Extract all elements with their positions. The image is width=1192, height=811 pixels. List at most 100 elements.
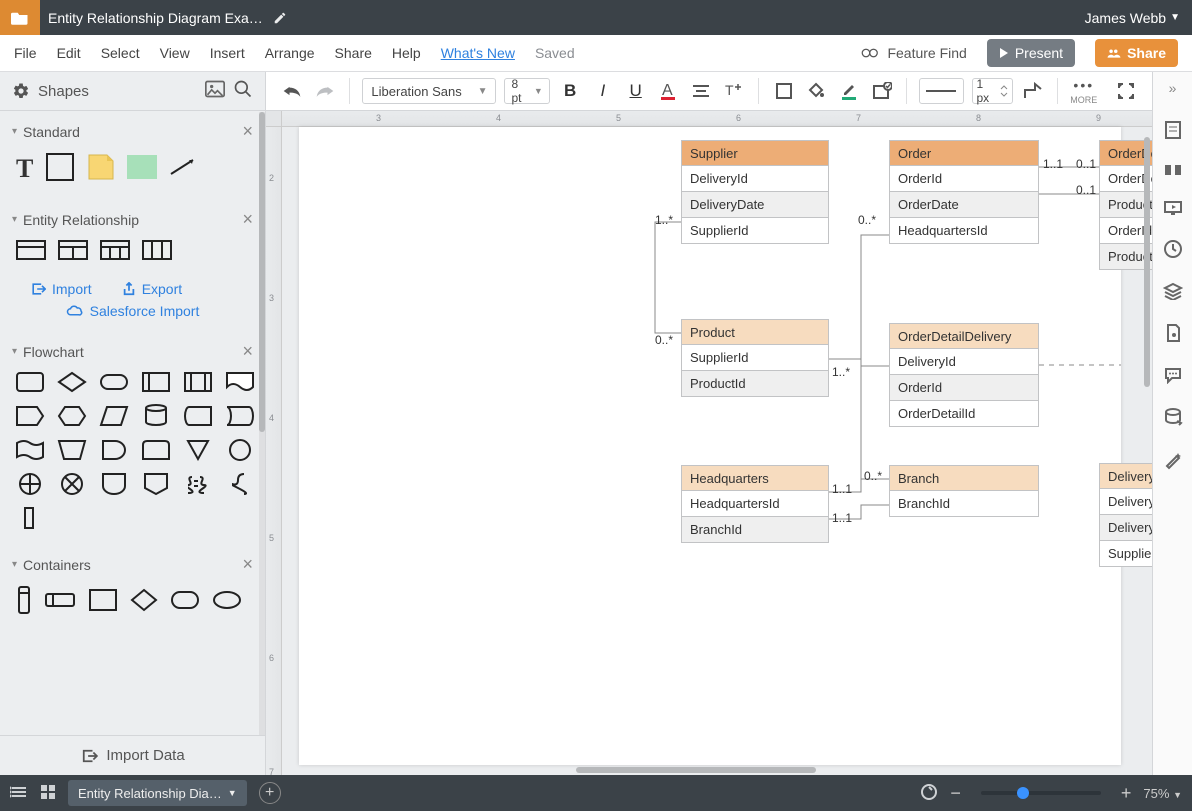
search-icon[interactable] [233, 79, 253, 103]
menu-arrange[interactable]: Arrange [265, 45, 315, 61]
collapse-right-icon[interactable]: » [1169, 80, 1177, 96]
flowchart-shape[interactable] [56, 472, 88, 496]
layers-icon[interactable] [1163, 282, 1183, 303]
menu-edit[interactable]: Edit [57, 45, 81, 61]
import-link[interactable]: Import [30, 281, 92, 297]
close-icon[interactable]: × [242, 209, 253, 230]
fullscreen-button[interactable] [1113, 78, 1138, 104]
shape-rect[interactable] [45, 152, 75, 185]
zoom-level[interactable]: 75% ▼ [1143, 786, 1182, 801]
menu-insert[interactable]: Insert [210, 45, 245, 61]
notes-icon[interactable] [1164, 120, 1182, 143]
undo-button[interactable] [280, 78, 305, 104]
menu-whats-new[interactable]: What's New [441, 45, 515, 61]
data-icon[interactable] [1163, 407, 1183, 430]
line-style-select[interactable] [919, 78, 963, 104]
entity-headquarters[interactable]: Headquarters HeadquartersId BranchId [681, 465, 829, 543]
account-menu[interactable]: James Webb▼ [1085, 10, 1180, 26]
share-button[interactable]: Share [1095, 39, 1178, 67]
menu-view[interactable]: View [160, 45, 190, 61]
entity-supplier[interactable]: Supplier DeliveryId DeliveryDate Supplie… [681, 140, 829, 244]
flowchart-shape[interactable] [140, 472, 172, 496]
shape-arrow[interactable] [169, 158, 197, 179]
container-shape[interactable] [130, 588, 158, 615]
flowchart-shape[interactable] [14, 370, 46, 394]
flowchart-shape[interactable] [56, 404, 88, 428]
comments-icon[interactable] [1163, 163, 1183, 180]
page-icon[interactable] [1165, 323, 1181, 346]
shape-block[interactable] [127, 155, 157, 182]
page-tab[interactable]: Entity Relationship Dia…▼ [68, 780, 247, 806]
scrollbar-vertical[interactable] [1144, 137, 1150, 387]
container-shape[interactable] [212, 590, 242, 613]
italic-button[interactable]: I [591, 78, 616, 104]
line-shape-button[interactable] [1021, 78, 1046, 104]
export-link[interactable]: Export [122, 281, 182, 297]
entity-branch[interactable]: Branch BranchId [889, 465, 1039, 517]
diagram-page[interactable]: Supplier DeliveryId DeliveryDate Supplie… [299, 127, 1121, 765]
zoom-out-button[interactable]: − [950, 783, 961, 804]
font-size-select[interactable]: 8 pt▼ [504, 78, 549, 104]
flowchart-shape[interactable] [56, 370, 88, 394]
er-shape2[interactable] [58, 240, 88, 263]
scrollbar-horizontal[interactable] [576, 767, 816, 773]
align-button[interactable] [689, 78, 714, 104]
flowchart-shape[interactable] [224, 370, 256, 394]
section-flowchart[interactable]: Flowchart× [0, 331, 265, 368]
flowchart-shape[interactable] [224, 438, 256, 462]
close-icon[interactable]: × [242, 341, 253, 362]
folder-icon[interactable] [0, 0, 40, 35]
menu-share[interactable]: Share [335, 45, 372, 61]
magic-icon[interactable] [1163, 450, 1183, 473]
shape-fill-button[interactable] [771, 78, 796, 104]
image-icon[interactable] [205, 80, 225, 102]
flowchart-shape[interactable] [224, 404, 256, 428]
canvas[interactable]: 3456789 234567 [266, 111, 1152, 775]
sync-icon[interactable] [920, 783, 938, 804]
er-shape3[interactable] [100, 240, 130, 263]
outline-icon[interactable] [10, 785, 28, 802]
more-button[interactable]: •••MORE [1070, 77, 1097, 105]
flowchart-shape[interactable] [56, 438, 88, 462]
entity-orderdetaildelivery[interactable]: OrderDetailDelivery DeliveryId OrderId O… [889, 323, 1039, 427]
menu-help[interactable]: Help [392, 45, 421, 61]
flowchart-shape[interactable] [98, 438, 130, 462]
flowchart-shape[interactable] [14, 506, 46, 530]
container-shape[interactable] [88, 588, 118, 615]
document-title[interactable]: Entity Relationship Diagram Exa… [48, 10, 263, 26]
shape-text[interactable]: T [16, 154, 33, 184]
flowchart-shape[interactable] [140, 438, 172, 462]
flowchart-shape[interactable] [182, 370, 214, 394]
container-shape[interactable] [16, 585, 32, 618]
container-shape[interactable] [170, 590, 200, 613]
feature-find[interactable]: Feature Find [861, 45, 966, 61]
menu-file[interactable]: File [14, 45, 37, 61]
entity-order[interactable]: Order OrderId OrderDate HeadquartersId [889, 140, 1039, 244]
flowchart-shape[interactable] [140, 370, 172, 394]
flowchart-shape[interactable] [182, 472, 214, 496]
shape-note[interactable] [87, 153, 115, 184]
flowchart-shape[interactable] [140, 404, 172, 428]
flowchart-shape[interactable] [14, 472, 46, 496]
flowchart-shape[interactable] [14, 404, 46, 428]
zoom-slider[interactable] [981, 791, 1101, 795]
text-options-button[interactable]: T [721, 78, 746, 104]
redo-button[interactable] [313, 78, 338, 104]
present-icon[interactable] [1163, 200, 1183, 219]
section-entity[interactable]: Entity Relationship× [0, 199, 265, 236]
border-color-button[interactable] [837, 78, 862, 104]
close-icon[interactable]: × [242, 121, 253, 142]
rename-icon[interactable] [273, 11, 287, 25]
font-select[interactable]: Liberation Sans▼ [362, 78, 496, 104]
grid-icon[interactable] [40, 784, 56, 803]
er-shape1[interactable] [16, 240, 46, 263]
underline-button[interactable]: U [623, 78, 648, 104]
flowchart-shape[interactable] [224, 472, 256, 496]
fill-color-button[interactable] [804, 78, 829, 104]
flowchart-shape[interactable] [98, 472, 130, 496]
flowchart-shape[interactable] [14, 438, 46, 462]
line-width-select[interactable]: 1 px [972, 78, 1013, 104]
salesforce-import-link[interactable]: Salesforce Import [0, 303, 265, 331]
bold-button[interactable]: B [558, 78, 583, 104]
flowchart-shape[interactable] [98, 370, 130, 394]
